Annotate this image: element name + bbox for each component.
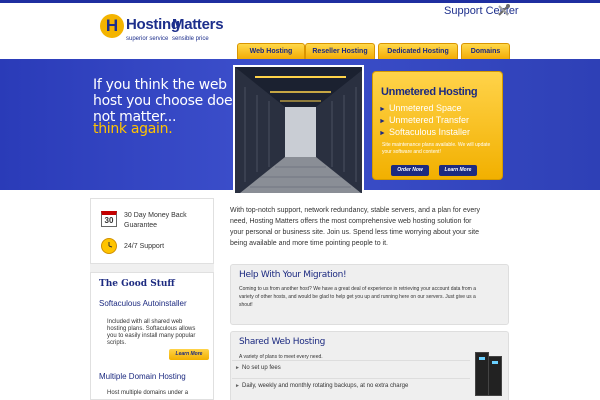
server-rack-icon: [475, 352, 489, 396]
softaculous-link[interactable]: Softaculous Autoinstaller: [99, 299, 187, 308]
migration-line-3: shout!: [239, 302, 253, 308]
tab-web-hosting[interactable]: Web Hosting: [237, 43, 305, 60]
hero-line-2: host you choose does: [93, 93, 240, 109]
logo-tagline-price: sensible price: [172, 36, 209, 42]
logo-h-icon: H: [100, 14, 124, 38]
datacenter-photo: [233, 65, 364, 195]
feature-backups: ► Daily, weekly and monthly rotating back…: [232, 378, 470, 392]
offer-item-transfer: ► Unmetered Transfer: [379, 115, 469, 125]
server-rack-icon: [488, 356, 502, 396]
intro-paragraph: With top-notch support, network redundan…: [230, 205, 510, 249]
intro-line-2: need, Hosting Matters offers the most co…: [230, 218, 472, 225]
offer-item-softaculous: ► Softaculous Installer: [379, 127, 470, 137]
money-back-line-1: 30 Day Money Back: [124, 212, 187, 219]
arrow-right-icon: ►: [379, 106, 386, 113]
guarantee-card: 30 30 Day Money Back Guarantee 24/7 Supp…: [90, 198, 214, 264]
multiple-domain-link[interactable]: Multiple Domain Hosting: [99, 372, 186, 381]
migration-line-1: Coming to us from another host? We have …: [239, 286, 476, 292]
tab-reseller-hosting[interactable]: Reseller Hosting: [305, 43, 375, 60]
money-back-line-2: Guarantee: [124, 222, 158, 229]
offer-title: Unmetered Hosting: [381, 86, 478, 98]
hero-highlight: think again.: [93, 121, 173, 137]
logo-tagline-service: superior service: [126, 36, 169, 42]
logo[interactable]: H Hosting Matters superior service sensi…: [100, 14, 224, 44]
arrow-right-icon: ►: [235, 365, 240, 371]
learn-more-button[interactable]: Learn More: [439, 165, 477, 176]
arrow-right-icon: ►: [235, 383, 240, 389]
migration-box: Help With Your Migration! Coming to us f…: [230, 264, 509, 325]
arrow-right-icon: ►: [379, 130, 386, 137]
left-sidebar: 30 30 Day Money Back Guarantee 24/7 Supp…: [90, 198, 214, 400]
tools-icon[interactable]: [497, 4, 510, 17]
arrow-right-icon: ►: [379, 118, 386, 125]
logo-word-matters: Matters: [172, 16, 224, 33]
migration-line-2: variety of other hosts, and would be gla…: [239, 294, 476, 300]
feature-no-setup-fees: ► No set up fees: [232, 360, 470, 374]
intro-line-4: being available and more time pointing p…: [230, 240, 388, 247]
offer-note: Site maintenance plans available. We wil…: [382, 142, 491, 155]
tab-dedicated-hosting[interactable]: Dedicated Hosting: [378, 43, 458, 60]
offer-item-space: ► Unmetered Space: [379, 103, 462, 113]
clock-icon: [101, 238, 117, 254]
intro-line-1: With top-notch support, network redundan…: [230, 207, 481, 214]
hero-line-1: If you think the web: [93, 77, 227, 93]
softaculous-line-4: scripts.: [107, 340, 127, 346]
unmetered-hosting-offer: Unmetered Hosting ► Unmetered Space ► Unme…: [372, 71, 503, 180]
tab-domains[interactable]: Domains: [461, 43, 510, 60]
shared-hosting-title[interactable]: Shared Web Hosting: [239, 337, 325, 347]
top-strip: [0, 0, 600, 3]
softaculous-learn-more-button[interactable]: Learn More: [169, 349, 209, 360]
calendar-icon: 30: [101, 211, 117, 227]
multiple-domain-line-1: Host multiple domains under a: [107, 390, 189, 396]
intro-line-3: your personal or business site. Join us.…: [230, 229, 480, 236]
good-stuff-panel: The Good Stuff Softaculous Autoinstaller…: [90, 272, 214, 400]
support-24-7: 24/7 Support: [124, 243, 165, 250]
migration-title[interactable]: Help With Your Migration!: [239, 270, 347, 280]
order-now-button[interactable]: Order Now: [391, 165, 429, 176]
good-stuff-title: The Good Stuff: [99, 279, 175, 289]
